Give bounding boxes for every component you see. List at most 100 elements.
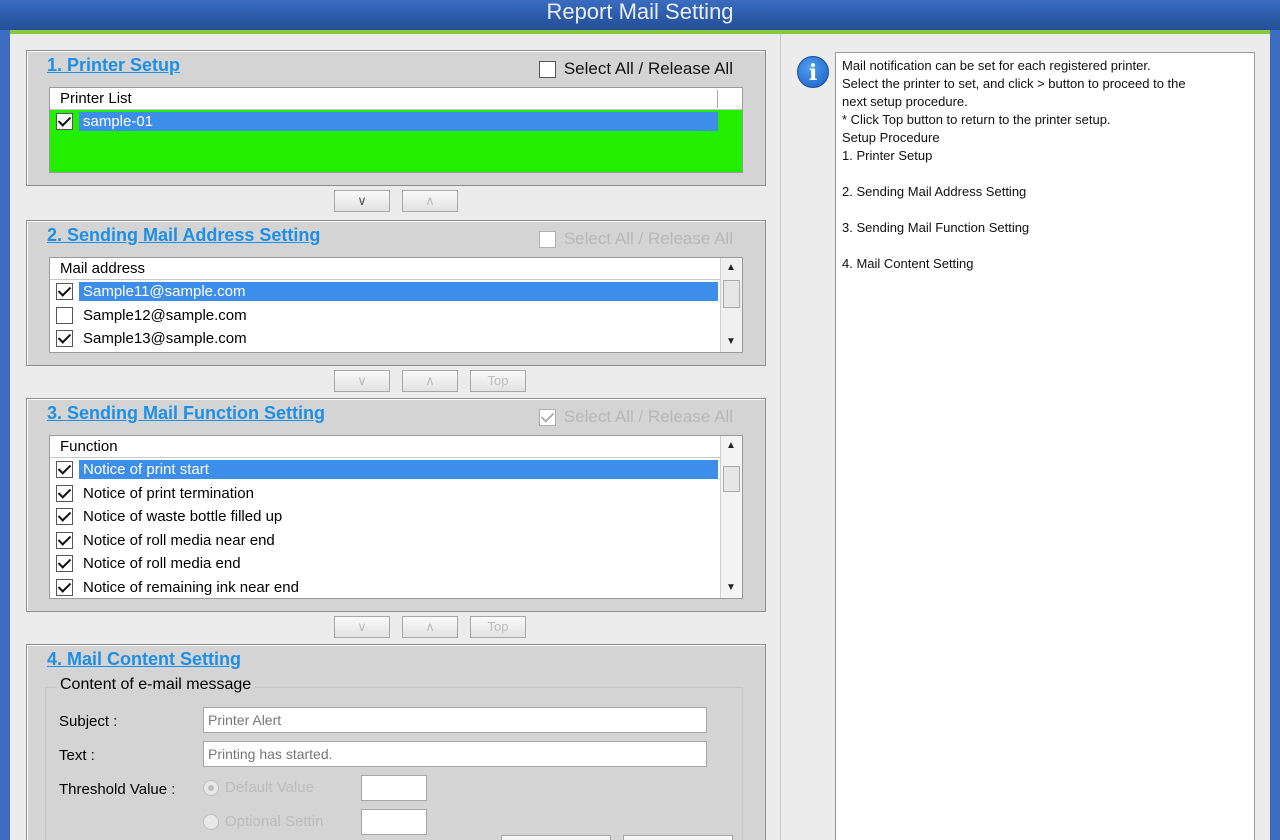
default-value-radio-row[interactable]: Default Value xyxy=(203,779,314,796)
mail-address-list[interactable]: Mail address Sample11@sample.com Sample1… xyxy=(49,257,743,353)
mail-address-checkbox[interactable] xyxy=(56,283,73,301)
function-item[interactable]: Notice of roll media end xyxy=(50,552,742,576)
help-step-2: 2. Sending Mail Address Setting xyxy=(842,184,1027,199)
previous-button[interactable]: ∧ xyxy=(402,370,458,392)
previous-button[interactable]: ∧ xyxy=(402,190,458,212)
mail-address-item[interactable]: Sample12@sample.com xyxy=(50,304,742,328)
mail-content-title[interactable]: 4. Mail Content Setting xyxy=(47,649,241,670)
mail-function-select-all[interactable]: Select All / Release All xyxy=(538,407,733,427)
window-client-area: 1. Printer Setup Select All / Release Al… xyxy=(10,30,1270,840)
function-item[interactable]: Notice of roll media near end xyxy=(50,529,742,553)
mail-address-title[interactable]: 2. Sending Mail Address Setting xyxy=(47,225,320,246)
function-label: Notice of waste bottle filled up xyxy=(83,508,283,526)
function-scrollbar[interactable]: ▲ ▼ xyxy=(720,436,742,598)
optional-setting-radio-row[interactable]: Optional Settin xyxy=(203,813,323,830)
mail-address-checkbox[interactable] xyxy=(56,330,73,348)
window-frame-right xyxy=(1270,30,1280,840)
mail-function-nav-row: ∨ ∧ Top xyxy=(10,616,770,640)
printer-setup-panel: 1. Printer Setup Select All / Release Al… xyxy=(26,50,766,186)
default-value-label: Default Value xyxy=(225,779,314,796)
header-separator xyxy=(717,90,718,108)
printer-setup-title[interactable]: 1. Printer Setup xyxy=(47,55,180,76)
mail-address-list-header[interactable]: Mail address xyxy=(50,258,742,280)
mail-content-panel: 4. Mail Content Setting Content of e-mai… xyxy=(26,644,766,840)
mail-address-select-all[interactable]: Select All / Release All xyxy=(538,229,733,249)
function-checkbox[interactable] xyxy=(56,508,73,526)
help-text-box[interactable]: Mail notification can be set for each re… xyxy=(835,52,1255,840)
mail-address-select-all-checkbox[interactable] xyxy=(538,230,556,248)
email-content-group-label: Content of e-mail message xyxy=(56,676,256,694)
mail-address-item[interactable]: Sample13@sample.com xyxy=(50,327,742,351)
default-value-input[interactable] xyxy=(361,775,427,801)
printer-list-item[interactable]: sample-01 xyxy=(50,110,742,134)
mail-address-label: Sample13@sample.com xyxy=(83,330,247,348)
function-item[interactable]: Notice of print start xyxy=(50,458,742,482)
help-step-4: 4. Mail Content Setting xyxy=(842,256,974,271)
top-button[interactable]: Top xyxy=(470,616,526,638)
mail-function-select-all-checkbox[interactable] xyxy=(538,408,556,426)
function-item[interactable]: Notice of remaining ink near end xyxy=(50,576,742,599)
scrollbar-thumb[interactable] xyxy=(723,466,740,492)
function-label: Notice of print start xyxy=(79,460,718,480)
printer-list-header-label: Printer List xyxy=(60,90,132,107)
mail-address-label: Sample11@sample.com xyxy=(79,282,718,302)
window-titlebar: Report Mail Setting xyxy=(0,0,1280,30)
function-list-header[interactable]: Function xyxy=(50,436,742,458)
threshold-label: Threshold Value : xyxy=(59,781,176,798)
next-button[interactable]: ∨ xyxy=(334,370,390,392)
scroll-down-arrow-icon[interactable]: ▼ xyxy=(721,332,741,352)
optional-setting-input[interactable] xyxy=(361,809,427,835)
function-item[interactable]: Notice of waste bottle filled up xyxy=(50,505,742,529)
printer-list[interactable]: Printer List sample-01 xyxy=(49,87,743,173)
printer-select-all-label: Select All / Release All xyxy=(563,59,733,78)
mail-address-scrollbar[interactable]: ▲ ▼ xyxy=(720,258,742,352)
content-action-button-2[interactable] xyxy=(623,835,733,840)
mail-address-header-label: Mail address xyxy=(60,260,146,277)
printer-nav-row: ∨ ∧ xyxy=(10,190,770,214)
mail-address-select-all-label: Select All / Release All xyxy=(563,229,733,248)
function-list[interactable]: Function Notice of print start Notice of… xyxy=(49,435,743,599)
text-input[interactable] xyxy=(203,741,707,767)
function-checkbox[interactable] xyxy=(56,461,73,479)
scroll-up-arrow-icon[interactable]: ▲ xyxy=(721,436,741,456)
next-button[interactable]: ∨ xyxy=(334,190,390,212)
function-item[interactable]: Notice of print termination xyxy=(50,482,742,506)
mail-function-title[interactable]: 3. Sending Mail Function Setting xyxy=(47,403,325,424)
subject-input[interactable] xyxy=(203,707,707,733)
mail-function-select-all-label: Select All / Release All xyxy=(563,407,733,426)
mail-address-label: Sample12@sample.com xyxy=(83,306,247,324)
help-step-3: 3. Sending Mail Function Setting xyxy=(842,220,1030,235)
mail-address-checkbox[interactable] xyxy=(56,306,73,324)
printer-item-checkbox[interactable] xyxy=(56,113,73,131)
help-procedure-title: Setup Procedure xyxy=(842,130,940,145)
printer-select-all[interactable]: Select All / Release All xyxy=(538,59,733,79)
mail-address-nav-row: ∨ ∧ Top xyxy=(10,370,770,394)
function-checkbox[interactable] xyxy=(56,531,73,549)
help-intro: Mail notification can be set for each re… xyxy=(842,58,1186,127)
function-label: Notice of print termination xyxy=(83,484,254,502)
next-button[interactable]: ∨ xyxy=(334,616,390,638)
window-frame-left xyxy=(0,30,10,840)
scrollbar-thumb[interactable] xyxy=(723,280,740,308)
help-pane: i Mail notification can be set for each … xyxy=(780,34,1270,840)
window-title: Report Mail Setting xyxy=(546,0,734,24)
printer-list-header[interactable]: Printer List xyxy=(50,88,742,110)
previous-button[interactable]: ∧ xyxy=(402,616,458,638)
function-label: Notice of roll media end xyxy=(83,555,241,573)
help-step-1: 1. Printer Setup xyxy=(842,148,933,163)
scroll-down-arrow-icon[interactable]: ▼ xyxy=(721,578,741,598)
function-checkbox[interactable] xyxy=(56,555,73,573)
top-button[interactable]: Top xyxy=(470,370,526,392)
content-action-button-1[interactable] xyxy=(501,835,611,840)
function-checkbox[interactable] xyxy=(56,484,73,502)
mail-address-item[interactable]: Sample11@sample.com xyxy=(50,280,742,304)
mail-function-panel: 3. Sending Mail Function Setting Select … xyxy=(26,398,766,612)
printer-item-label: sample-01 xyxy=(79,112,718,132)
mail-address-panel: 2. Sending Mail Address Setting Select A… xyxy=(26,220,766,366)
default-value-radio[interactable] xyxy=(203,779,219,796)
scroll-up-arrow-icon[interactable]: ▲ xyxy=(721,258,741,278)
optional-setting-radio[interactable] xyxy=(203,813,219,830)
printer-select-all-checkbox[interactable] xyxy=(538,60,556,78)
function-checkbox[interactable] xyxy=(56,578,73,596)
subject-label: Subject : xyxy=(59,713,118,730)
